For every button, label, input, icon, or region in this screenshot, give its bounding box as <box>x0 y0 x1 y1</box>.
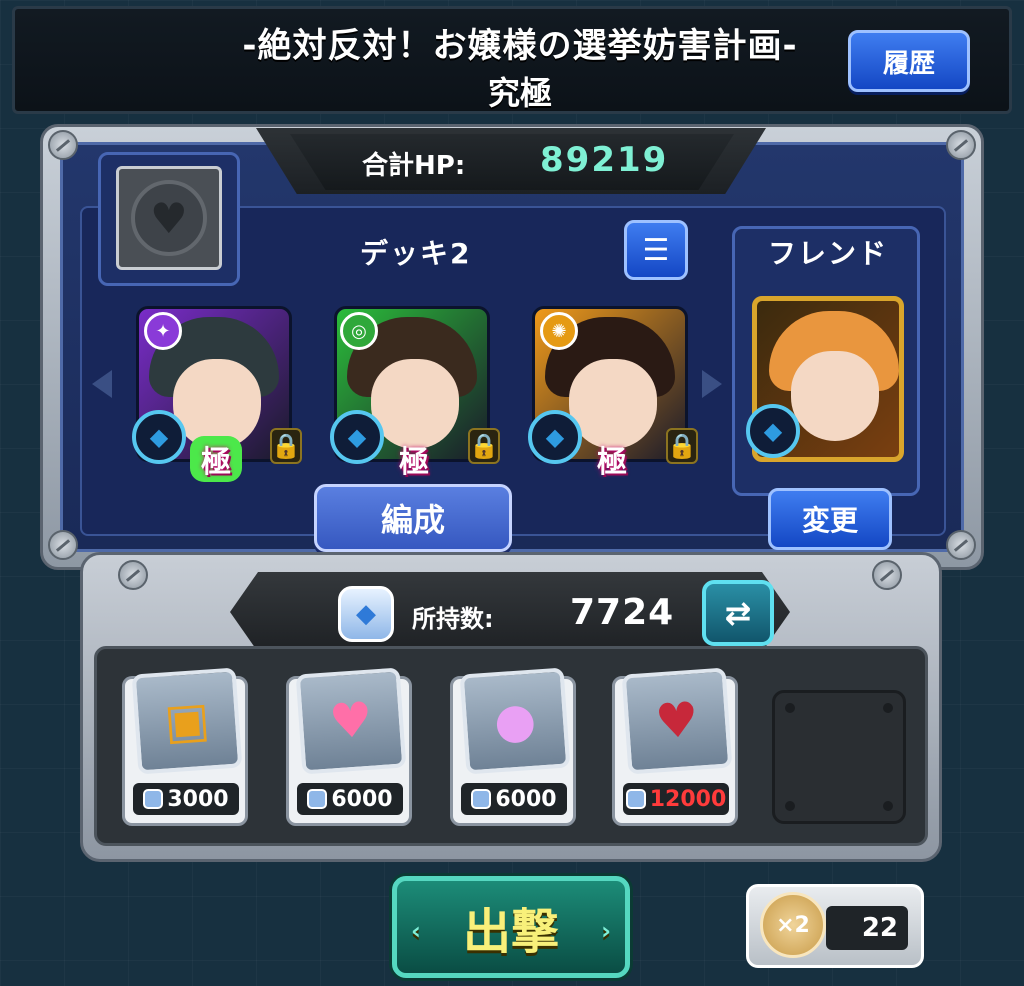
heart-plus-icon: ♥ <box>295 667 407 775</box>
history-button[interactable]: 履歴 <box>848 30 970 92</box>
item-slot-1[interactable]: ▣ 3000 <box>122 667 248 826</box>
deck-next-arrow-icon[interactable] <box>702 370 722 398</box>
element-badge-icon: ✦ <box>144 312 182 350</box>
orb-icon <box>307 789 328 809</box>
owned-label: 所持数: <box>412 605 494 633</box>
deck-prev-arrow-icon[interactable] <box>92 370 112 398</box>
treasure-chest-icon: ▣ <box>131 667 243 775</box>
ring-icon: ◆ <box>746 404 800 458</box>
screw-icon <box>48 530 78 560</box>
orb-icon <box>625 789 646 809</box>
screw-icon <box>946 130 976 160</box>
ring-icon: ◆ <box>330 410 384 464</box>
screw-icon <box>872 560 902 590</box>
chevron-right-icon: › <box>601 917 611 945</box>
ring-icon: ◆ <box>528 410 582 464</box>
stamina-coin-icon: ×2 <box>760 892 826 958</box>
chevron-left-icon: ‹ <box>411 917 421 945</box>
item-price: 12000 <box>623 783 729 815</box>
orb-icon <box>143 789 164 809</box>
element-badge-icon: ◎ <box>340 312 378 350</box>
ring-icon: ◆ <box>132 410 186 464</box>
item-slot-3[interactable]: ● 6000 <box>450 667 576 826</box>
item-slot-2[interactable]: ♥ 6000 <box>286 667 412 826</box>
empty-item-slot <box>772 690 906 824</box>
total-hp-label: 合計HP: <box>362 151 466 181</box>
element-badge-icon: ✺ <box>540 312 578 350</box>
swap-icon: ⇄ <box>724 594 752 632</box>
total-hp-value: 89219 <box>540 140 669 180</box>
item-slot-4[interactable]: ♥ 12000 <box>612 667 738 826</box>
sortie-label: 出撃 <box>462 904 559 960</box>
item-price: 3000 <box>133 783 239 815</box>
item-price: 6000 <box>297 783 403 815</box>
change-friend-button[interactable]: 変更 <box>768 488 892 550</box>
screw-icon <box>48 130 78 160</box>
sortie-button[interactable]: ‹ 出撃 › <box>392 876 630 978</box>
heart-slot-inner: ♥ <box>116 166 222 270</box>
screw-icon <box>946 530 976 560</box>
list-icon: ☰ <box>642 232 670 268</box>
lock-icon: 🔒 <box>468 428 500 464</box>
orb-icon <box>471 789 492 809</box>
lock-icon: 🔒 <box>666 428 698 464</box>
list-button[interactable]: ☰ <box>624 220 688 280</box>
friend-character-face <box>791 351 879 441</box>
quest-title: -絶対反対！お嬢様の選挙妨害計画- <box>242 26 798 66</box>
item-price: 6000 <box>461 783 567 815</box>
screw-icon <box>118 560 148 590</box>
heart-icon: ♥ <box>131 180 207 256</box>
kiwami-badge: 極 <box>190 436 242 482</box>
berry-icon: ♥ <box>621 667 733 775</box>
swap-button[interactable]: ⇄ <box>702 580 774 646</box>
deck-name: デッキ2 <box>360 237 472 270</box>
quest-difficulty: 究極 <box>487 74 552 112</box>
orb-icon: ◆ <box>338 586 394 642</box>
kiwami-badge: 極 <box>399 445 429 480</box>
owned-value: 7724 <box>570 592 675 633</box>
energy-orb-icon: ● <box>459 667 571 775</box>
lock-icon: 🔒 <box>270 428 302 464</box>
stamina-count: 22 <box>826 906 908 950</box>
friend-label: フレンド <box>768 237 889 270</box>
formation-button[interactable]: 編成 <box>314 484 512 552</box>
kiwami-badge: 極 <box>597 445 627 480</box>
